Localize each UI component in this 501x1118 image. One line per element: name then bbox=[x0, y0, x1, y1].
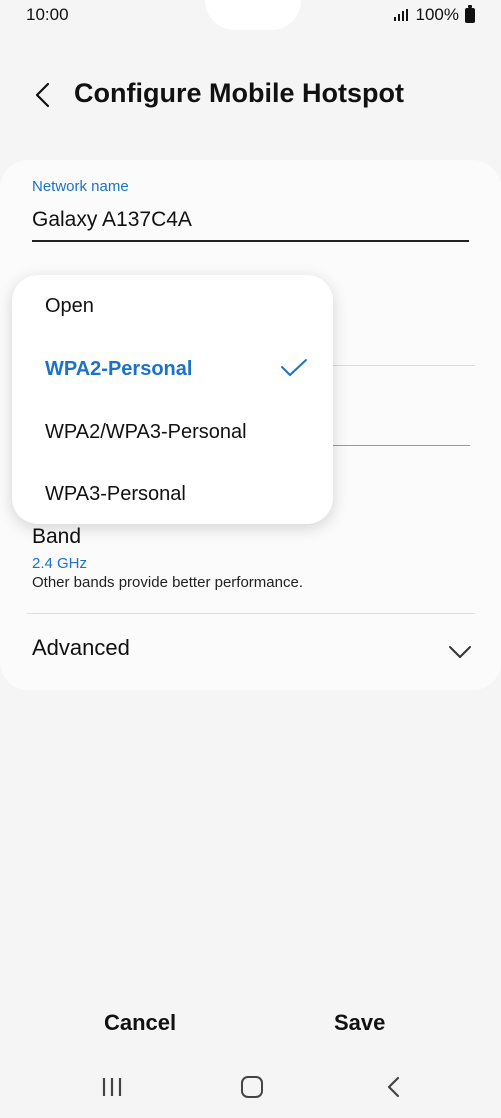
cancel-button[interactable]: Cancel bbox=[104, 1010, 176, 1036]
password-underline bbox=[330, 445, 470, 446]
band-value: 2.4 GHz bbox=[32, 555, 88, 572]
app-header: Configure Mobile Hotspot bbox=[0, 70, 501, 120]
recent-apps-icon[interactable] bbox=[100, 1076, 126, 1098]
advanced-row[interactable]: Advanced bbox=[0, 620, 501, 680]
save-button[interactable]: Save bbox=[334, 1010, 385, 1036]
back-icon[interactable] bbox=[385, 1075, 403, 1099]
network-name-field[interactable]: Galaxy A137C4A bbox=[32, 208, 192, 232]
battery-percent: 100% bbox=[415, 5, 459, 24]
divider bbox=[330, 365, 475, 366]
divider bbox=[27, 613, 475, 614]
status-indicators: 100% bbox=[393, 4, 475, 25]
chevron-left-icon[interactable] bbox=[28, 78, 62, 112]
band-description: Other bands provide better performance. bbox=[32, 574, 303, 591]
security-dropdown-menu: Open WPA2-Personal WPA2/WPA3-Personal WP… bbox=[12, 275, 333, 524]
security-option-wpa3-personal[interactable]: WPA3-Personal bbox=[45, 483, 186, 506]
home-icon[interactable] bbox=[241, 1076, 263, 1098]
battery-icon bbox=[465, 4, 475, 23]
network-name-label: Network name bbox=[32, 178, 129, 195]
navigation-bar bbox=[0, 1063, 501, 1111]
chevron-down-icon bbox=[449, 646, 471, 658]
camera-notch bbox=[205, 0, 301, 30]
signal-icon bbox=[393, 9, 410, 21]
security-option-open[interactable]: Open bbox=[45, 295, 94, 318]
security-option-wpa2-personal[interactable]: WPA2-Personal bbox=[45, 358, 192, 381]
page-title: Configure Mobile Hotspot bbox=[74, 78, 404, 108]
band-label[interactable]: Band bbox=[32, 525, 81, 549]
checkmark-icon bbox=[281, 359, 307, 376]
advanced-label: Advanced bbox=[32, 635, 130, 660]
status-time: 10:00 bbox=[26, 5, 69, 24]
network-name-underline bbox=[32, 240, 469, 242]
security-option-wpa2-wpa3-personal[interactable]: WPA2/WPA3-Personal bbox=[45, 421, 247, 444]
phone-screen: 10:00 100% Configure Mobile Hotspot Netw… bbox=[0, 0, 501, 1118]
